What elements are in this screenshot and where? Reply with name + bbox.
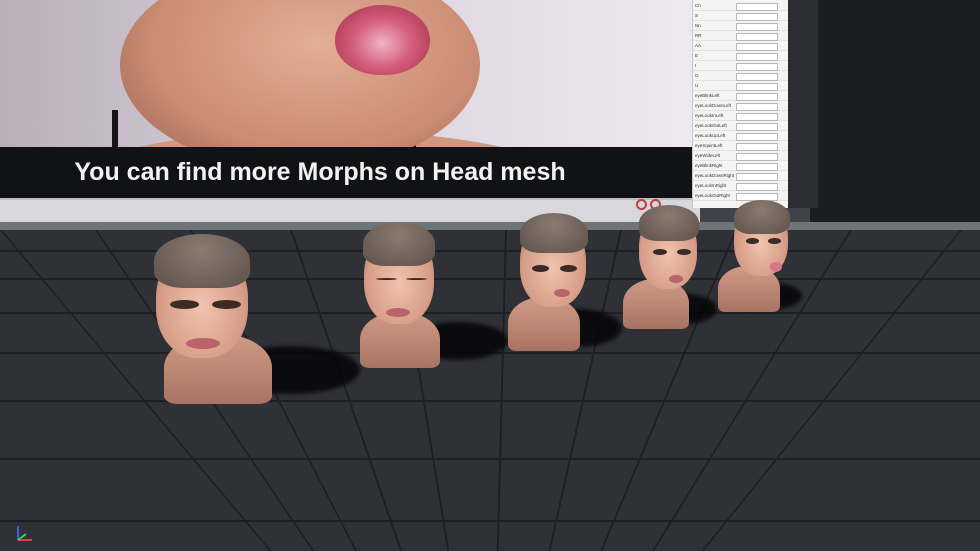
head-smile[interactable] xyxy=(150,234,360,414)
morph-label: eyeLookInLeft xyxy=(695,113,724,118)
morph-label: U xyxy=(695,83,699,88)
morph-value-field[interactable] xyxy=(736,13,778,21)
morph-value-field[interactable] xyxy=(736,23,778,31)
video-mouth xyxy=(335,5,430,75)
morph-value-field[interactable] xyxy=(736,143,778,151)
morph-label: eyeLookOutLeft xyxy=(695,123,727,128)
morph-value-field[interactable] xyxy=(736,3,778,11)
morph-panel-scrollbar[interactable] xyxy=(788,0,818,208)
morph-value-field[interactable] xyxy=(736,103,778,111)
morph-value-field[interactable] xyxy=(736,93,778,101)
morph-label: eyeBlinkRight xyxy=(695,163,723,168)
head-eyes-closed[interactable] xyxy=(360,222,510,372)
morph-value-field[interactable] xyxy=(736,153,778,161)
morph-label: E xyxy=(695,53,699,58)
morph-label: eyeSquintLeft xyxy=(695,143,723,148)
morph-value-field[interactable] xyxy=(736,173,778,181)
back-wall-dark xyxy=(810,0,980,240)
xyz-axis-icon xyxy=(17,526,32,541)
morph-value-field[interactable] xyxy=(736,43,778,51)
morph-label: eyeLookOutRight xyxy=(695,193,730,198)
morph-label: eyeLookUpLeft xyxy=(695,133,726,138)
morph-value-field[interactable] xyxy=(736,163,778,171)
morph-value-field[interactable] xyxy=(736,83,778,91)
morph-value-field[interactable] xyxy=(736,133,778,141)
morph-label: AA xyxy=(695,43,702,48)
morph-label: Ch xyxy=(695,3,701,8)
head-open-mouth[interactable] xyxy=(508,213,628,353)
morph-value-field[interactable] xyxy=(736,183,778,191)
head-tongue-out[interactable] xyxy=(718,200,808,315)
morph-label: eyeLookDownRight xyxy=(695,173,735,178)
floor-grid-line xyxy=(0,458,980,460)
morph-label: Nn xyxy=(695,23,701,28)
morph-value-field[interactable] xyxy=(736,53,778,61)
morph-value-field[interactable] xyxy=(736,123,778,131)
floor-grid-line xyxy=(0,520,980,522)
floor-grid-line xyxy=(0,400,980,402)
video-caption: You can find more Morphs on Head mesh xyxy=(74,158,566,186)
morph-label: I xyxy=(695,63,697,68)
morph-label: O xyxy=(695,73,699,78)
viewport[interactable]: You can find more Morphs on Head mesh Ch… xyxy=(0,0,980,551)
morph-label: RR xyxy=(695,33,702,38)
morph-label: eyeBlinkLeft xyxy=(695,93,720,98)
morph-value-field[interactable] xyxy=(736,33,778,41)
morph-value-field[interactable] xyxy=(736,63,778,71)
morph-label: eyeLookInRight xyxy=(695,183,727,188)
morph-label: eyeWideLeft xyxy=(695,153,721,158)
head-tilted[interactable] xyxy=(623,205,723,330)
morph-value-field[interactable] xyxy=(736,73,778,81)
morph-value-field[interactable] xyxy=(736,113,778,121)
morph-label: eyeLookDownLeft xyxy=(695,103,732,108)
morph-label: S xyxy=(695,13,699,18)
